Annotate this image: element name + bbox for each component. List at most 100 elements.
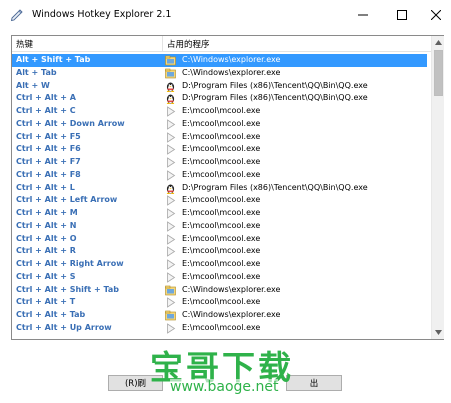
table-row[interactable]: Ctrl + Alt + C E:\mcool\mcool.exe	[12, 105, 427, 118]
play-arrow-icon	[165, 119, 176, 130]
program-path-cell: E:\mcool\mcool.exe	[182, 157, 261, 166]
table-row[interactable]: Ctrl + Alt + R E:\mcool\mcool.exe	[12, 245, 427, 258]
table-row[interactable]: Ctrl + Alt + M E:\mcool\mcool.exe	[12, 207, 427, 220]
keyboard-pencil-icon	[10, 8, 24, 22]
program-path-cell: C:\Windows\explorer.exe	[182, 67, 281, 77]
hotkey-cell: Ctrl + Alt + Right Arrow	[16, 259, 124, 268]
explorer-icon	[165, 310, 176, 321]
column-divider[interactable]	[162, 36, 163, 52]
minimize-button[interactable]	[346, 0, 380, 30]
table-row[interactable]: Ctrl + Alt + N E:\mcool\mcool.exe	[12, 220, 427, 233]
program-path-cell: E:\mcool\mcool.exe	[182, 233, 261, 243]
hotkey-cell: Ctrl + Alt + Up Arrow	[16, 322, 112, 332]
explorer-icon	[165, 285, 176, 296]
table-row[interactable]: Ctrl + Alt + F5 E:\mcool\mcool.exe	[12, 131, 427, 144]
hotkey-cell: Ctrl + Alt + Down Arrow	[16, 118, 125, 128]
play-arrow-icon	[165, 106, 176, 117]
vertical-scrollbar[interactable]	[431, 36, 444, 339]
maximize-button[interactable]	[385, 0, 419, 30]
minimize-icon	[358, 14, 368, 16]
table-row[interactable]: Ctrl + Alt + Down Arrow E:\mcool\mcool.ex…	[12, 118, 427, 131]
close-button[interactable]	[419, 0, 451, 30]
hotkey-cell: Ctrl + Alt + M	[16, 208, 78, 217]
table-row[interactable]: Alt + Tab C:\Windows\explorer.exe	[12, 67, 427, 80]
program-path-cell: E:\mcool\mcool.exe	[182, 106, 261, 115]
hotkey-cell: Ctrl + Alt + F5	[16, 131, 81, 141]
table-row[interactable]: Ctrl + Alt + Up Arrow E:\mcool\mcool.exe	[12, 322, 427, 335]
table-row[interactable]: Ctrl + Alt + T E:\mcool\mcool.exe	[12, 296, 427, 309]
program-path-cell: E:\mcool\mcool.exe	[182, 322, 261, 332]
program-path-cell: C:\Windows\explorer.exe	[182, 55, 281, 64]
close-icon	[431, 10, 441, 20]
hotkey-cell: Ctrl + Alt + A	[16, 93, 76, 103]
program-path-cell: E:\mcool\mcool.exe	[182, 271, 261, 281]
table-row[interactable]: Ctrl + Alt + Right Arrow E:\mcool\mcool.e…	[12, 258, 427, 271]
hotkey-cell: Ctrl + Alt + Left Arrow	[16, 195, 118, 205]
hotkey-cell: Alt + Shift + Tab	[16, 55, 91, 64]
scroll-thumb[interactable]	[434, 50, 443, 96]
program-path-cell: E:\mcool\mcool.exe	[182, 118, 261, 128]
column-header-hotkey[interactable]: 热键	[16, 38, 33, 50]
hotkey-cell: Ctrl + Alt + F6	[16, 144, 81, 154]
play-arrow-icon	[165, 259, 176, 270]
chevron-up-icon	[435, 40, 442, 45]
app-window: Windows Hotkey Explorer 2.1 热键 占用的程序 Alt…	[0, 0, 451, 403]
table-row[interactable]: Ctrl + Alt + A D:\Program Files (x86)\Ten…	[12, 92, 427, 105]
play-arrow-icon	[165, 233, 176, 245]
table-row[interactable]: Ctrl + Alt + Shift + Tab C:\Windows\explo…	[12, 284, 427, 297]
scroll-down-button[interactable]	[432, 326, 445, 339]
table-row[interactable]: Ctrl + Alt + L D:\Program Files (x86)\Ten…	[12, 182, 427, 195]
program-path-cell: C:\Windows\explorer.exe	[182, 284, 281, 294]
hotkey-cell: Ctrl + Alt + F8	[16, 169, 81, 179]
play-arrow-icon	[165, 131, 176, 143]
play-arrow-icon	[165, 208, 176, 219]
program-path-cell: E:\mcool\mcool.exe	[182, 208, 261, 217]
qq-penguin-icon	[165, 81, 176, 92]
play-arrow-icon	[165, 323, 176, 334]
program-path-cell: E:\mcool\mcool.exe	[182, 131, 261, 141]
play-arrow-icon	[165, 246, 176, 257]
hotkey-cell: Ctrl + Alt + Tab	[16, 310, 86, 319]
program-path-cell: E:\mcool\mcool.exe	[182, 195, 261, 205]
hotkey-cell: Ctrl + Alt + N	[16, 220, 77, 230]
watermark-url: www.baoge.net	[170, 379, 279, 395]
program-path-cell: E:\mcool\mcool.exe	[182, 246, 261, 256]
table-row[interactable]: Ctrl + Alt + F8 E:\mcool\mcool.exe	[12, 169, 427, 182]
qq-penguin-icon	[165, 183, 176, 194]
program-path-cell: D:\Program Files (x86)\Tencent\QQ\Bin\QQ…	[182, 80, 368, 90]
table-row[interactable]: Ctrl + Alt + O E:\mcool\mcool.exe	[12, 233, 427, 246]
program-path-cell: E:\mcool\mcool.exe	[182, 144, 261, 154]
qq-penguin-icon	[165, 93, 176, 105]
table-row[interactable]: Alt + W D:\Program Files (x86)\Tencent\QQ…	[12, 80, 427, 93]
program-path-cell: D:\Program Files (x86)\Tencent\QQ\Bin\QQ…	[182, 93, 368, 103]
play-arrow-icon	[165, 157, 176, 168]
explorer-icon	[165, 55, 176, 66]
watermark-logo: 宝哥下载 www.baoge.net	[150, 341, 310, 401]
table-row[interactable]: Ctrl + Alt + Tab C:\Windows\explorer.exe	[12, 309, 427, 322]
play-arrow-icon	[165, 272, 176, 283]
table-row[interactable]: Alt + Shift + Tab C:\Windows\explorer.exe	[12, 54, 427, 67]
table-row[interactable]: Ctrl + Alt + Left Arrow E:\mcool\mcool.ex…	[12, 194, 427, 207]
table-row[interactable]: Ctrl + Alt + S E:\mcool\mcool.exe	[12, 271, 427, 284]
scroll-up-button[interactable]	[432, 36, 445, 49]
program-path-cell: E:\mcool\mcool.exe	[182, 220, 261, 230]
title-bar[interactable]: Windows Hotkey Explorer 2.1	[0, 0, 451, 30]
list-rows: Alt + Shift + Tab C:\Windows\explorer.exe…	[12, 54, 431, 340]
hotkey-cell: Ctrl + Alt + R	[16, 246, 76, 256]
table-row[interactable]: Ctrl + Alt + F7 E:\mcool\mcool.exe	[12, 156, 427, 169]
play-arrow-icon	[165, 221, 176, 232]
play-arrow-icon	[165, 297, 176, 308]
hotkey-cell: Ctrl + Alt + S	[16, 271, 76, 281]
list-header: 热键 占用的程序	[12, 36, 431, 52]
program-path-cell: E:\mcool\mcool.exe	[182, 297, 261, 307]
hotkey-cell: Alt + Tab	[16, 67, 57, 77]
program-path-cell: C:\Windows\explorer.exe	[182, 310, 281, 319]
hotkey-cell: Ctrl + Alt + F7	[16, 157, 81, 166]
program-path-cell: D:\Program Files (x86)\Tencent\QQ\Bin\QQ…	[182, 182, 368, 192]
column-header-program[interactable]: 占用的程序	[167, 38, 210, 50]
explorer-icon	[165, 68, 176, 79]
hotkey-list[interactable]: 热键 占用的程序 Alt + Shift + Tab C:\Windows\exp…	[11, 35, 444, 340]
chevron-down-icon	[435, 330, 442, 335]
table-row[interactable]: Ctrl + Alt + F6 E:\mcool\mcool.exe	[12, 143, 427, 156]
program-path-cell: E:\mcool\mcool.exe	[182, 259, 261, 268]
